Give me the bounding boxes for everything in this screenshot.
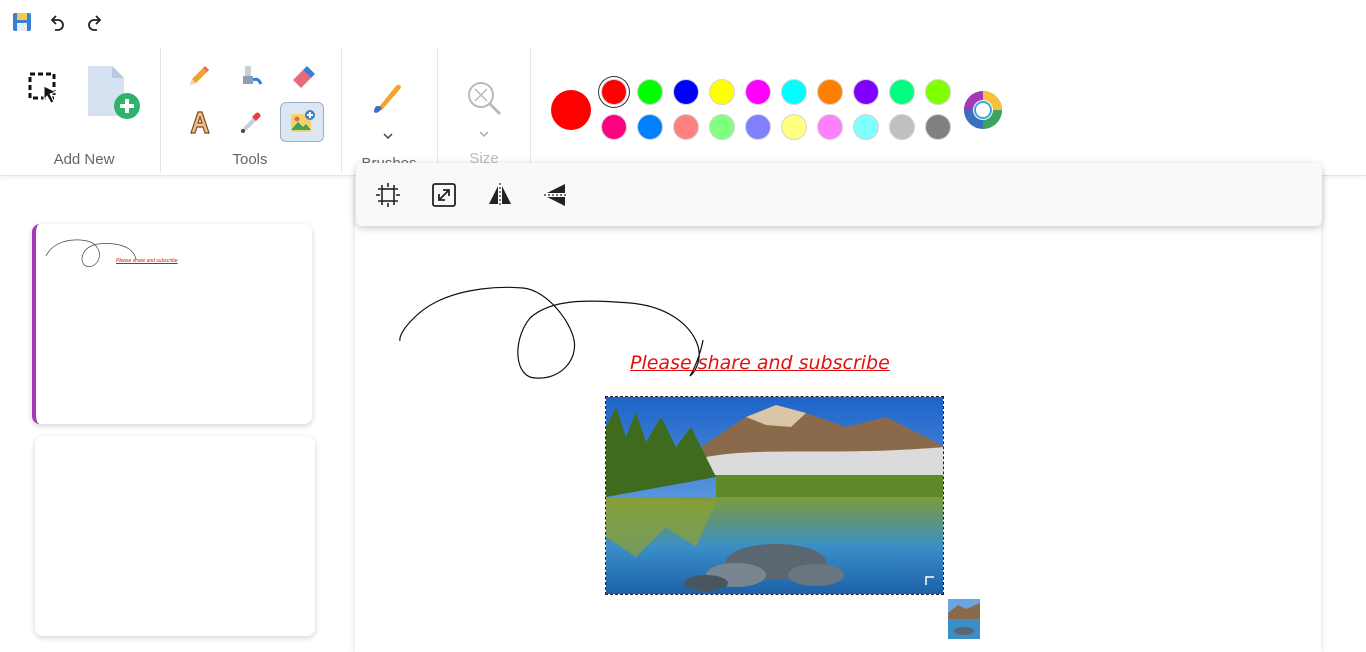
flip-horizontal-icon[interactable]: [485, 180, 515, 210]
color-swatch[interactable]: [601, 114, 627, 140]
color-swatch[interactable]: [673, 114, 699, 140]
color-picker-icon[interactable]: [229, 102, 273, 142]
brush-dropdown-chevron-down-icon[interactable]: [376, 124, 400, 148]
color-swatch[interactable]: [781, 79, 807, 105]
color-swatch[interactable]: [709, 79, 735, 105]
undo-icon[interactable]: [44, 8, 72, 36]
crop-icon[interactable]: [373, 180, 403, 210]
canvas-text[interactable]: Please share and subscribe: [630, 352, 890, 374]
color-swatch[interactable]: [817, 114, 843, 140]
slide-thumbnail-1[interactable]: Please share and subscribe: [32, 224, 312, 424]
color-swatch[interactable]: [853, 114, 879, 140]
image-icon[interactable]: [280, 102, 324, 142]
color-swatch[interactable]: [637, 79, 663, 105]
inserted-image[interactable]: [605, 396, 944, 595]
color-swatch[interactable]: [781, 114, 807, 140]
add-new-group-label: Add New: [53, 151, 115, 168]
slide-thumbnail-2[interactable]: [35, 436, 315, 636]
color-swatch[interactable]: [673, 79, 699, 105]
eraser-icon[interactable]: [281, 56, 325, 96]
divider: [160, 48, 161, 172]
divider: [437, 48, 438, 172]
quick-access-toolbar: [0, 0, 130, 44]
size-dropdown-chevron-down-icon[interactable]: [472, 122, 496, 146]
color-swatch[interactable]: [745, 114, 771, 140]
size-zoom-icon[interactable]: [460, 74, 508, 122]
select-icon[interactable]: [22, 66, 66, 110]
brush-icon[interactable]: [364, 74, 412, 122]
color-wheel-icon[interactable]: [961, 88, 1005, 132]
fill-icon[interactable]: [229, 56, 273, 96]
color-swatch[interactable]: [601, 79, 627, 105]
redo-icon[interactable]: [80, 8, 108, 36]
color-swatch[interactable]: [709, 114, 735, 140]
color-swatch[interactable]: [745, 79, 771, 105]
image-toolbar: [356, 163, 1322, 226]
tools-group-label: Tools: [232, 151, 268, 168]
resize-icon[interactable]: [429, 180, 459, 210]
landscape-image: [606, 397, 943, 594]
flip-vertical-icon[interactable]: [541, 180, 571, 210]
color-swatch[interactable]: [637, 114, 663, 140]
thumbnail-text: Please share and subscribe: [116, 258, 178, 264]
color-swatch[interactable]: [817, 79, 843, 105]
color-swatch[interactable]: [889, 114, 915, 140]
ribbon: Add New Tools Brushes Size: [0, 44, 1366, 176]
divider: [341, 48, 342, 172]
current-color-swatch[interactable]: [551, 90, 591, 130]
new-page-icon[interactable]: [80, 62, 144, 122]
color-swatch[interactable]: [925, 114, 951, 140]
save-icon[interactable]: [8, 8, 36, 36]
color-swatch[interactable]: [925, 79, 951, 105]
text-icon[interactable]: [177, 102, 221, 142]
pencil-icon[interactable]: [177, 56, 221, 96]
color-swatch[interactable]: [853, 79, 879, 105]
image-thumbnail[interactable]: [948, 599, 980, 639]
divider: [530, 48, 531, 172]
color-swatch[interactable]: [889, 79, 915, 105]
thumbnail-drawing: [45, 239, 137, 267]
resize-handle-icon[interactable]: [925, 576, 935, 586]
